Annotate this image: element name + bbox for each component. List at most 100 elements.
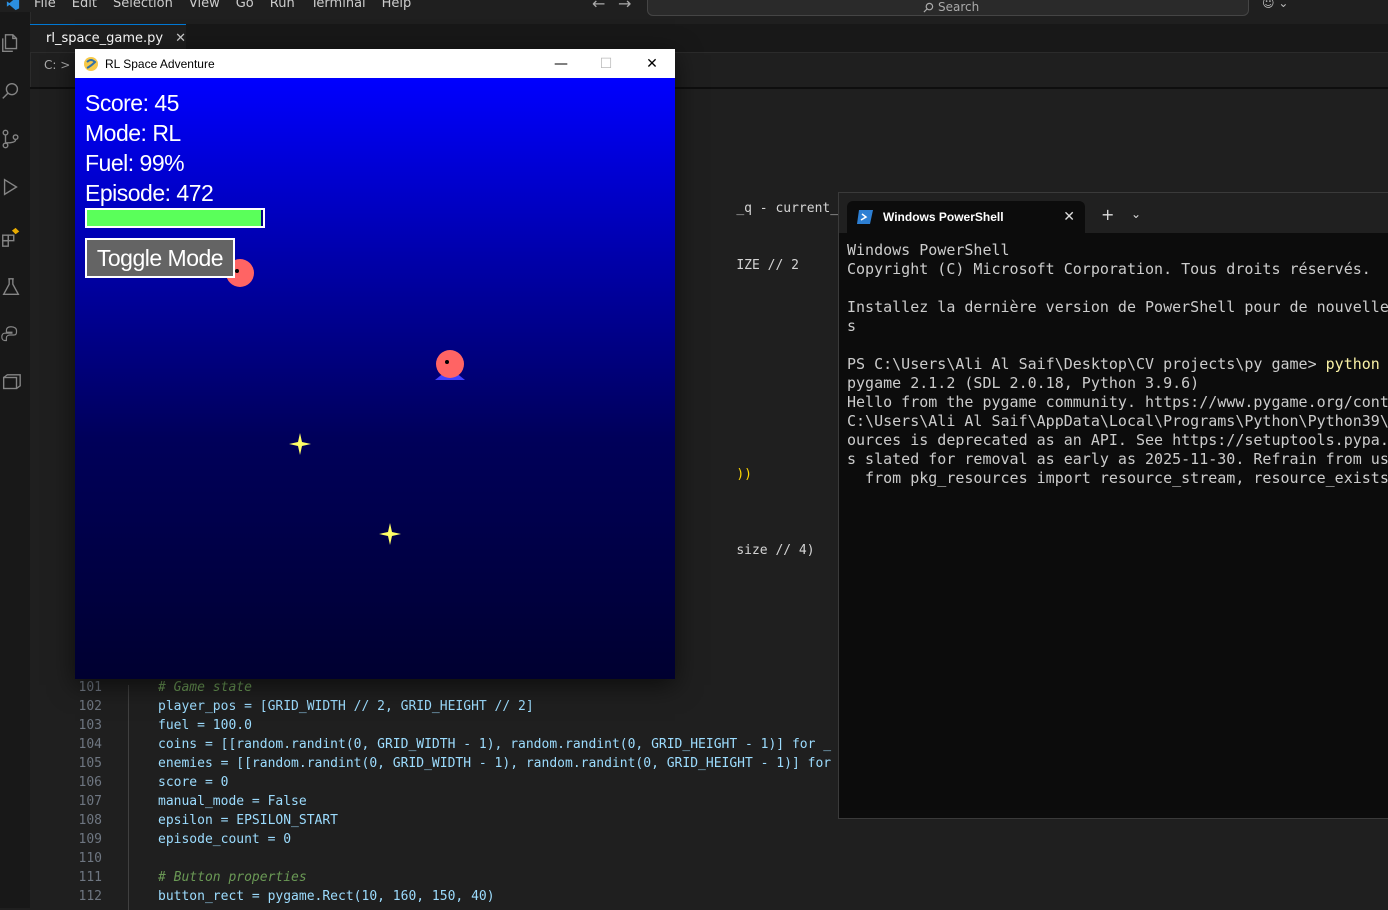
terminal-command: python (1326, 355, 1380, 373)
terminal-line: C:\Users\Ali Al Saif\AppData\Local\Progr… (847, 412, 1388, 431)
code-fragment-line-89: )) (705, 452, 752, 497)
terminal-line: from pkg_resources import resource_strea… (847, 469, 1388, 488)
code-line-107: manual_mode = False (158, 794, 307, 809)
code-text: )) (736, 467, 752, 482)
terminal-line: Windows PowerShell (847, 241, 1388, 260)
coin-star (289, 433, 311, 455)
enemy-sprite (433, 348, 467, 382)
line-number: 111 (60, 870, 102, 885)
terminal-line: s (847, 317, 1388, 336)
terminal-prompt-line: PS C:\Users\Ali Al Saif\Desktop\CV proje… (847, 355, 1388, 374)
tab-windows-powershell[interactable]: Windows PowerShell ✕ (847, 201, 1085, 233)
code-line-104: coins = [[random.randint(0, GRID_WIDTH -… (158, 737, 870, 752)
terminal-line: s slated for removal as early as 2025-11… (847, 450, 1388, 469)
terminal-output[interactable]: Windows PowerShell Copyright (C) Microso… (847, 241, 1388, 488)
menu-view[interactable]: View (181, 0, 228, 13)
pygame-title-bar[interactable]: RL Space Adventure — ☐ ✕ (75, 49, 675, 78)
menu-selection[interactable]: Selection (105, 0, 181, 13)
explorer-icon[interactable] (0, 32, 22, 54)
episode-label: Episode: 472 (85, 180, 213, 207)
pygame-window[interactable]: RL Space Adventure — ☐ ✕ Score: 45 Mode:… (75, 49, 675, 679)
chevron-down-icon[interactable]: ⌄ (1131, 207, 1141, 221)
tab-rl-space-game[interactable]: rl_space_game.py ✕ (30, 24, 186, 52)
code-line-106: score = 0 (158, 775, 228, 790)
terminal-line: Installez la dernière version de PowerSh… (847, 298, 1388, 317)
code-line-102: player_pos = [GRID_WIDTH // 2, GRID_HEIG… (158, 699, 534, 714)
line-number: 104 (60, 737, 102, 752)
line-number: 103 (60, 718, 102, 733)
search-view-icon[interactable] (0, 80, 22, 102)
code-line-111: # Button properties (158, 870, 307, 885)
line-number: 102 (60, 699, 102, 714)
code-line-112: button_rect = pygame.Rect(10, 160, 150, … (158, 889, 495, 904)
line-number: 108 (60, 813, 102, 828)
toggle-mode-button[interactable]: Toggle Mode (85, 238, 235, 278)
activity-bar (0, 12, 31, 908)
terminal-line: Copyright (C) Microsoft Corporation. Tou… (847, 260, 1388, 279)
menu-go[interactable]: Go (228, 0, 262, 13)
line-number: 107 (60, 794, 102, 809)
code-fragment-line-78: IZE // 2 (705, 243, 799, 288)
terminal-line: Hello from the pygame community. https:/… (847, 393, 1388, 412)
maximize-button[interactable]: ☐ (583, 49, 629, 78)
tab-close-icon[interactable]: ✕ (175, 31, 186, 46)
extensions-icon[interactable] (0, 226, 22, 248)
line-number: 112 (60, 889, 102, 904)
pygame-window-title: RL Space Adventure (105, 57, 215, 71)
remote-explorer-icon[interactable] (0, 372, 22, 394)
line-number: 109 (60, 832, 102, 847)
powershell-tab-title: Windows PowerShell (883, 210, 1004, 224)
command-center-search[interactable]: Search (647, 0, 1249, 16)
search-icon (923, 2, 934, 13)
code-line-105: enemies = [[random.randint(0, GRID_WIDTH… (158, 756, 870, 771)
menu-terminal[interactable]: Terminal (303, 0, 374, 13)
code-text: size // 4) (736, 543, 814, 558)
breadcrumb[interactable]: C: > (44, 58, 70, 72)
indent-guide (128, 685, 129, 910)
code-line-103: fuel = 100.0 (158, 718, 252, 733)
mode-label: Mode: RL (85, 120, 181, 147)
menu-help[interactable]: Help (374, 0, 420, 13)
terminal-tab-bar: Windows PowerShell ✕ + ⌄ (839, 193, 1388, 233)
terminal-line: pygame 2.1.2 (SDL 2.0.18, Python 3.9.6) (847, 374, 1388, 393)
copilot-icon[interactable]: ☺ ⌄ (1262, 0, 1288, 10)
python-icon[interactable] (0, 324, 22, 346)
powershell-icon (857, 210, 873, 224)
fuel-bar-fill (87, 210, 261, 226)
vscode-logo-icon (6, 0, 20, 11)
source-control-icon[interactable] (0, 128, 22, 150)
forward-arrow-icon[interactable]: → (618, 0, 631, 13)
run-debug-icon[interactable] (0, 176, 22, 198)
new-tab-button[interactable]: + (1101, 205, 1114, 224)
code-line-108: epsilon = EPSILON_START (158, 813, 338, 828)
code-text: _q - current_q) (736, 201, 853, 216)
line-number: 110 (60, 851, 102, 866)
menu-file[interactable]: File (26, 0, 64, 13)
pygame-snake-icon (83, 56, 99, 72)
terminal-line: ources is deprecated as an API. See http… (847, 431, 1388, 450)
terminal-line (847, 279, 1388, 298)
code-fragment-line-93: size // 4) (705, 528, 815, 573)
fuel-bar (85, 208, 265, 228)
minimize-button[interactable]: — (538, 49, 584, 78)
close-button[interactable]: ✕ (629, 49, 675, 78)
tab-close-icon[interactable]: ✕ (1063, 209, 1075, 225)
code-line-109: episode_count = 0 (158, 832, 291, 847)
terminal-line (847, 336, 1388, 355)
powershell-window[interactable]: Windows PowerShell ✕ + ⌄ Windows PowerSh… (838, 192, 1388, 819)
menu-edit[interactable]: Edit (64, 0, 105, 13)
line-number: 101 (60, 680, 102, 695)
terminal-prompt: PS C:\Users\Ali Al Saif\Desktop\CV proje… (847, 355, 1326, 373)
vscode-title-bar: File Edit Selection View Go Run Terminal… (0, 0, 1388, 12)
code-text: IZE // 2 (736, 258, 799, 273)
back-arrow-icon[interactable]: ← (592, 0, 605, 13)
menu-run[interactable]: Run (262, 0, 303, 13)
search-placeholder: Search (938, 0, 979, 14)
code-line-101: # Game state (158, 680, 252, 695)
testing-flask-icon[interactable] (0, 276, 22, 298)
game-canvas[interactable]: Score: 45 Mode: RL Fuel: 99% Episode: 47… (75, 78, 675, 679)
score-label: Score: 45 (85, 90, 179, 117)
fuel-label: Fuel: 99% (85, 150, 184, 177)
line-number: 106 (60, 775, 102, 790)
menu-bar: File Edit Selection View Go Run Terminal… (0, 0, 419, 13)
